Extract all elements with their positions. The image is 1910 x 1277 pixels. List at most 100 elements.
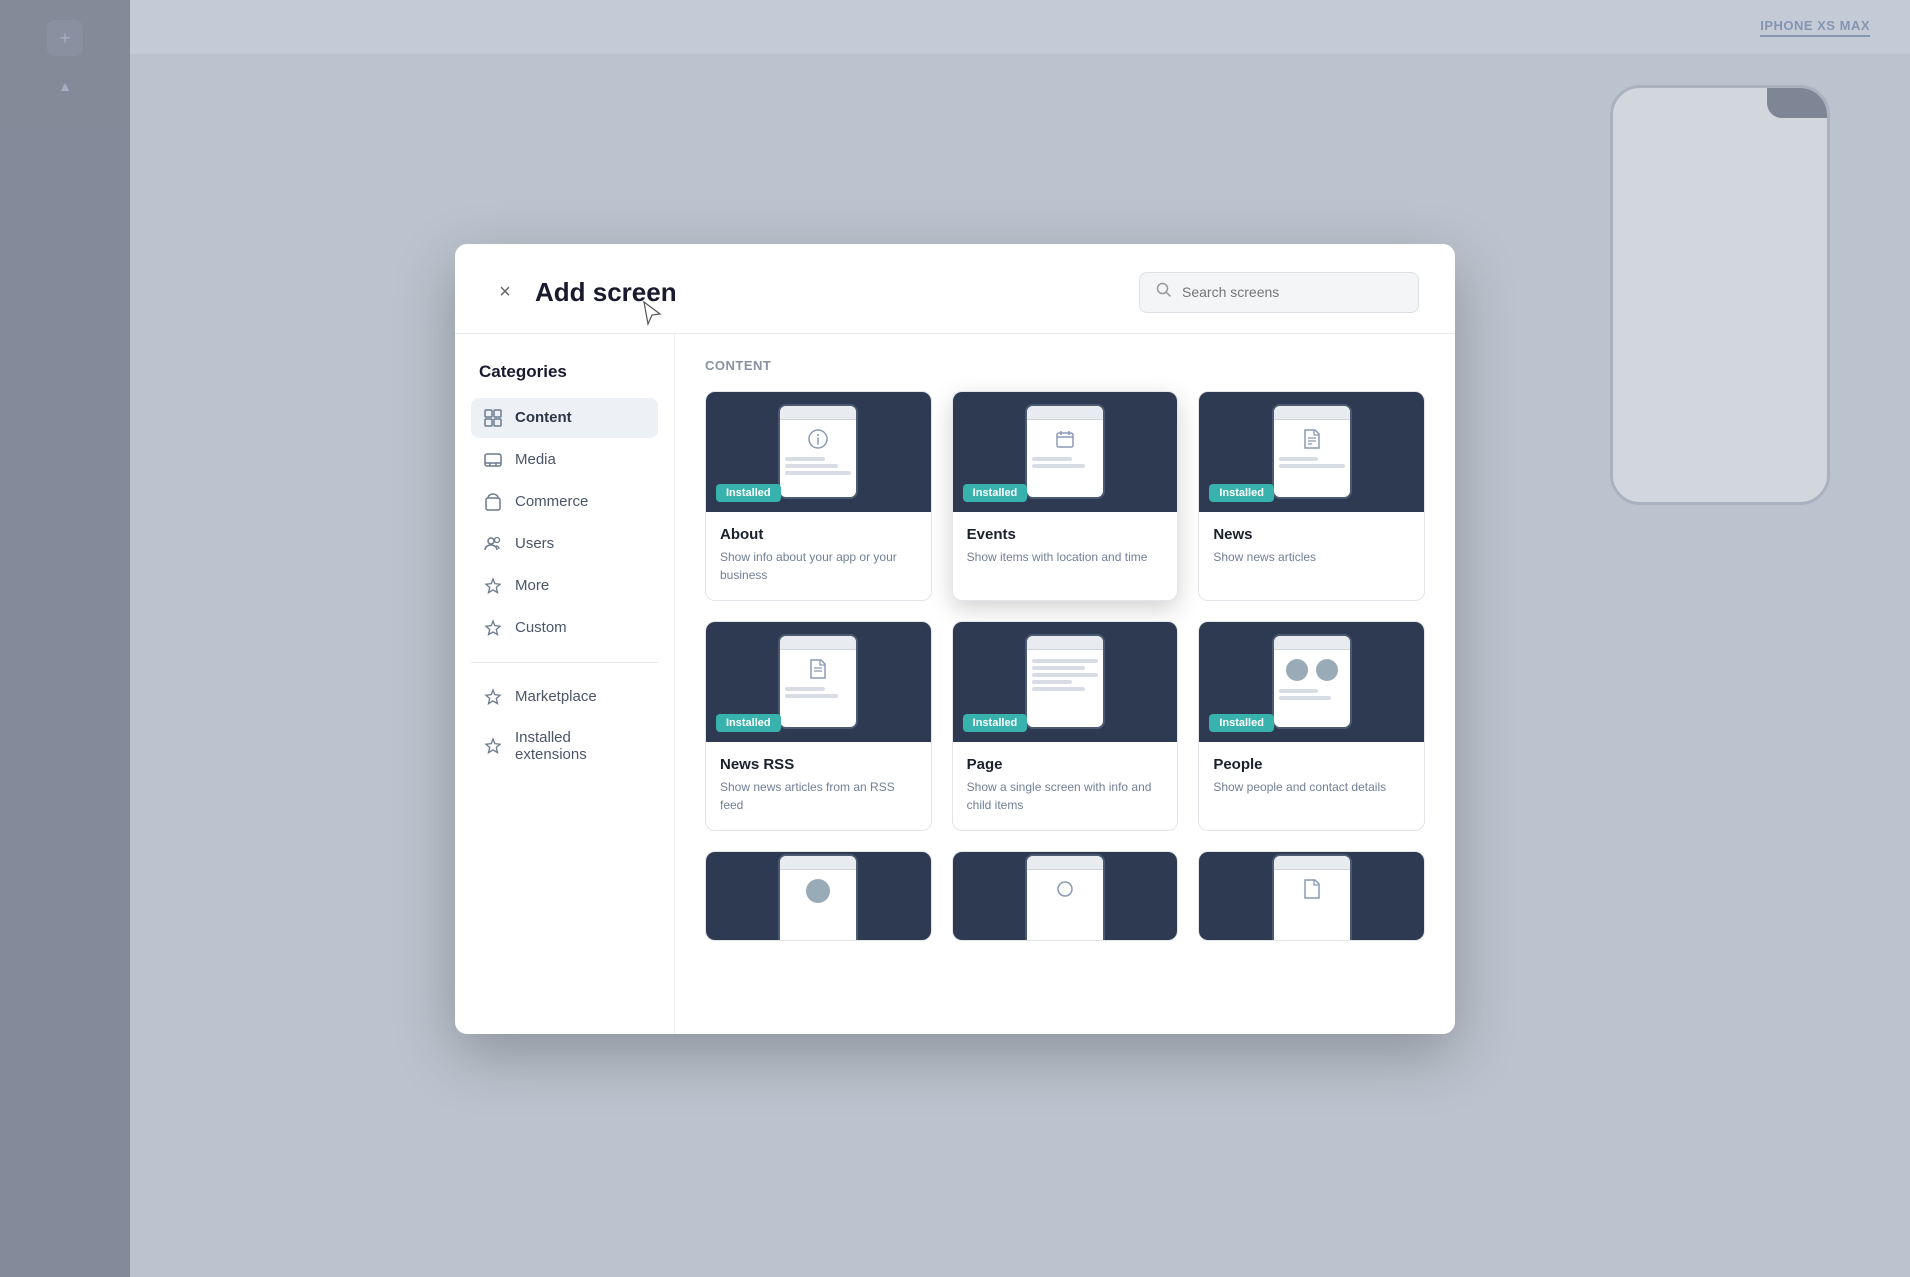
card-news-name: News <box>1213 526 1410 543</box>
card-people[interactable]: Installed People Show people and contact… <box>1198 621 1425 831</box>
mini-phone-header <box>1274 636 1350 650</box>
mini-circle <box>1286 659 1308 681</box>
marketplace-icon <box>483 687 503 707</box>
search-icon <box>1156 282 1172 303</box>
about-mini-phone <box>778 404 858 499</box>
mini-line <box>1032 673 1098 677</box>
mini-line <box>1279 696 1332 700</box>
card-page[interactable]: Installed Page Show a single screen with… <box>952 621 1179 831</box>
mini-phone-content <box>1027 420 1103 472</box>
card-news-rss-name: News RSS <box>720 756 917 773</box>
mini-circles <box>1279 654 1345 681</box>
modal-header-left: × Add screen <box>491 277 677 308</box>
mini-doc-icon <box>1279 424 1345 454</box>
installed-badge: Installed <box>1209 484 1274 502</box>
custom-icon <box>483 618 503 638</box>
card-people-info: People Show people and contact details <box>1199 742 1424 812</box>
nav-commerce-label: Commerce <box>515 493 588 510</box>
close-button[interactable]: × <box>491 278 519 306</box>
card-news-desc: Show news articles <box>1213 548 1410 566</box>
card-partial-1-preview <box>706 852 931 941</box>
mini-phone-header <box>780 636 856 650</box>
sidebar-item-content[interactable]: Content <box>471 398 658 438</box>
sidebar-item-users[interactable]: Users <box>471 524 658 564</box>
more-icon <box>483 576 503 596</box>
card-about-preview: Installed <box>706 392 931 512</box>
card-partial-1[interactable] <box>705 851 932 941</box>
sidebar-item-marketplace[interactable]: Marketplace <box>471 677 658 717</box>
search-box[interactable] <box>1139 272 1419 313</box>
installed-badge: Installed <box>716 714 781 732</box>
partial-3-mini-phone <box>1272 854 1352 941</box>
card-people-name: People <box>1213 756 1410 773</box>
card-about-desc: Show info about your app or your busines… <box>720 548 917 584</box>
mini-circle <box>806 879 830 903</box>
mini-phone-content <box>780 650 856 702</box>
mini-phone-header <box>780 856 856 870</box>
nav-marketplace-label: Marketplace <box>515 688 597 705</box>
card-news-rss[interactable]: Installed News RSS Show news articles fr… <box>705 621 932 831</box>
nav-users-label: Users <box>515 535 554 552</box>
mini-phone-header <box>1027 636 1103 650</box>
sidebar-item-commerce[interactable]: Commerce <box>471 482 658 522</box>
sidebar-item-installed[interactable]: Installed extensions <box>471 719 658 773</box>
card-people-preview: Installed <box>1199 622 1424 742</box>
modal-overlay: × Add screen Categories <box>0 0 1910 1277</box>
card-people-desc: Show people and contact details <box>1213 778 1410 796</box>
card-partial-2[interactable] <box>952 851 1179 941</box>
mini-line <box>1279 457 1319 461</box>
mini-phone-header <box>780 406 856 420</box>
nav-content-label: Content <box>515 409 572 426</box>
mini-line <box>785 457 825 461</box>
mini-phone-content <box>1027 870 1103 908</box>
installed-badge: Installed <box>716 484 781 502</box>
mini-line <box>1032 666 1085 670</box>
mini-phone-header <box>1274 856 1350 870</box>
card-about-name: About <box>720 526 917 543</box>
mini-phone-header <box>1027 406 1103 420</box>
news-mini-phone <box>1272 404 1352 499</box>
card-news[interactable]: Installed News Show news articles <box>1198 391 1425 601</box>
mini-line <box>1279 689 1319 693</box>
card-events-desc: Show items with location and time <box>967 548 1164 566</box>
mini-line <box>785 464 838 468</box>
content-area: Content <box>675 334 1455 1034</box>
mini-phone-content <box>1274 650 1350 704</box>
card-partial-3[interactable] <box>1198 851 1425 941</box>
mini-line <box>1032 687 1085 691</box>
installed-badge: Installed <box>1209 714 1274 732</box>
news-rss-mini-phone <box>778 634 858 729</box>
sidebar-item-more[interactable]: More <box>471 566 658 606</box>
mini-calendar-icon <box>1032 424 1098 454</box>
card-events-name: Events <box>967 526 1164 543</box>
media-icon <box>483 450 503 470</box>
card-about-info: About Show info about your app or your b… <box>706 512 931 600</box>
sidebar-item-media[interactable]: Media <box>471 440 658 480</box>
mini-info-icon <box>785 424 851 454</box>
modal-body: Categories Content <box>455 334 1455 1034</box>
mini-phone-content <box>1274 870 1350 908</box>
card-page-desc: Show a single screen with info and child… <box>967 778 1164 814</box>
card-page-info: Page Show a single screen with info and … <box>953 742 1178 830</box>
installed-badge: Installed <box>963 484 1028 502</box>
nav-installed-label: Installed extensions <box>515 729 646 763</box>
card-partial-3-preview <box>1199 852 1424 941</box>
commerce-icon <box>483 492 503 512</box>
mini-line <box>1032 680 1072 684</box>
card-events[interactable]: Installed Events Show items with locatio… <box>952 391 1179 601</box>
mini-line <box>1032 464 1085 468</box>
card-about[interactable]: Installed About Show info about your app… <box>705 391 932 601</box>
search-input[interactable] <box>1182 284 1402 300</box>
card-news-preview: Installed <box>1199 392 1424 512</box>
events-mini-phone <box>1025 404 1105 499</box>
card-page-name: Page <box>967 756 1164 773</box>
partial-2-mini-phone <box>1025 854 1105 941</box>
mini-doc2-icon <box>785 654 851 684</box>
sidebar-item-custom[interactable]: Custom <box>471 608 658 648</box>
installed-badge: Installed <box>963 714 1028 732</box>
card-events-info: Events Show items with location and time <box>953 512 1178 582</box>
nav-divider <box>471 662 658 663</box>
installed-icon <box>483 736 503 756</box>
card-news-info: News Show news articles <box>1199 512 1424 582</box>
nav-media-label: Media <box>515 451 556 468</box>
